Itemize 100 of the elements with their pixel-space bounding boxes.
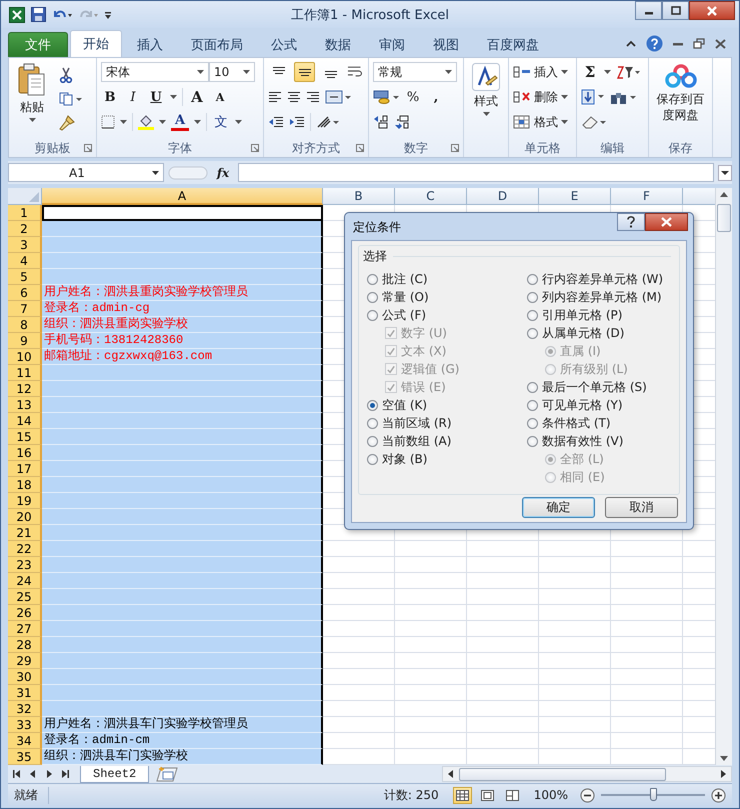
table-cell[interactable] — [42, 365, 323, 381]
table-cell[interactable] — [42, 621, 323, 637]
insert-function-button[interactable]: fx — [212, 166, 234, 180]
radio-button[interactable]: 从属单元格 (D) — [527, 324, 664, 342]
radio-button[interactable]: 可见单元格 (Y) — [527, 396, 664, 414]
ribbon-tab[interactable]: 开始 — [70, 30, 122, 57]
column-header[interactable]: C — [395, 188, 467, 205]
normal-view-button[interactable] — [452, 786, 472, 804]
row-header[interactable]: 16 — [8, 445, 42, 461]
scroll-thumb[interactable] — [459, 768, 666, 780]
table-cell[interactable] — [42, 413, 323, 429]
currency-icon[interactable] — [373, 89, 399, 105]
spreadsheet-app-icon[interactable] — [9, 6, 25, 22]
font-size-dropdown[interactable]: 10 — [209, 62, 255, 82]
table-cell[interactable]: 登录名：admin-cm — [42, 733, 323, 749]
radio-button[interactable]: 引用单元格 (P) — [527, 306, 664, 324]
caret-icon[interactable] — [194, 120, 201, 124]
table-cell[interactable] — [42, 605, 323, 621]
decrease-decimal-icon[interactable] — [394, 115, 410, 129]
align-left-icon[interactable] — [268, 91, 282, 103]
dialog-launcher-icon[interactable] — [356, 144, 364, 152]
radio-button[interactable]: 当前数组 (A) — [367, 432, 527, 450]
table-cell[interactable] — [42, 637, 323, 653]
eraser-icon[interactable] — [581, 115, 607, 129]
text-orientation-icon[interactable] — [316, 115, 340, 129]
fill-down-icon[interactable] — [581, 89, 605, 105]
row-header[interactable]: 18 — [8, 477, 42, 493]
radio-button[interactable]: 公式 (F) — [367, 306, 527, 324]
caret-icon[interactable] — [604, 70, 611, 74]
wrap-text-icon[interactable] — [346, 65, 364, 79]
row-header[interactable]: 17 — [8, 461, 42, 477]
horizontal-scrollbar[interactable] — [442, 766, 732, 782]
row-header[interactable]: 14 — [8, 413, 42, 429]
number-format-dropdown[interactable]: 常规 — [373, 62, 457, 82]
close-button[interactable] — [645, 213, 688, 231]
formula-input-field[interactable] — [238, 163, 714, 182]
merge-cells-icon[interactable] — [325, 90, 351, 104]
row-header[interactable]: 4 — [8, 253, 42, 269]
radio-button[interactable]: 条件格式 (T) — [527, 414, 664, 432]
table-cell[interactable] — [42, 253, 323, 269]
radio-indicator[interactable] — [527, 292, 538, 302]
table-cell[interactable] — [42, 205, 323, 221]
formula-bar-handle-icon[interactable] — [168, 166, 208, 180]
radio-indicator[interactable] — [367, 454, 378, 464]
row-header[interactable]: 32 — [8, 701, 42, 717]
ribbon-tab[interactable]: 插入 — [124, 32, 176, 57]
row-header[interactable]: 13 — [8, 397, 42, 413]
radio-button[interactable]: 当前区域 (R) — [367, 414, 527, 432]
font-name-dropdown[interactable]: 宋体 — [101, 62, 209, 82]
last-sheet-icon[interactable] — [60, 769, 70, 779]
table-cell[interactable] — [42, 509, 323, 525]
radio-button[interactable]: 批注 (C) — [367, 270, 527, 288]
table-cell[interactable] — [42, 557, 323, 573]
table-cell[interactable] — [42, 701, 323, 717]
zoom-out-icon[interactable] — [580, 788, 595, 802]
save-icon[interactable] — [31, 7, 46, 22]
ribbon-tab[interactable]: 公式 — [258, 32, 310, 57]
zoom-in-icon[interactable] — [711, 788, 726, 802]
radio-indicator[interactable] — [367, 310, 378, 320]
caret-icon[interactable] — [120, 120, 127, 124]
italic-button[interactable]: I — [124, 87, 142, 107]
ribbon-tab[interactable]: 页面布局 — [178, 32, 256, 57]
radio-indicator[interactable] — [527, 418, 538, 428]
row-header[interactable]: 26 — [8, 605, 42, 621]
paintbrush-icon[interactable] — [59, 114, 75, 131]
zoom-slider-thumb[interactable] — [650, 788, 657, 801]
table-cell[interactable] — [42, 445, 323, 461]
align-right-icon[interactable] — [306, 91, 320, 103]
table-cell[interactable] — [42, 493, 323, 509]
styles-button[interactable]: 样式 — [468, 61, 504, 139]
caret-icon[interactable] — [170, 95, 177, 99]
row-header[interactable]: 8 — [8, 317, 42, 333]
restore-icon[interactable] — [693, 38, 705, 49]
vertical-scrollbar[interactable] — [715, 188, 732, 765]
row-header[interactable]: 6 — [8, 285, 42, 301]
row-header[interactable]: 24 — [8, 573, 42, 589]
radio-indicator[interactable] — [527, 274, 538, 284]
row-header[interactable]: 35 — [8, 749, 42, 765]
ribbon-tab[interactable]: 数据 — [312, 32, 364, 57]
phonetic-guide-button[interactable]: 文 — [212, 112, 230, 132]
radio-button[interactable]: 数据有效性 (V) — [527, 432, 664, 450]
radio-indicator[interactable] — [367, 292, 378, 302]
scissors-icon[interactable] — [59, 67, 73, 84]
decrease-indent-icon[interactable] — [268, 116, 284, 128]
increase-indent-icon[interactable] — [289, 116, 305, 128]
ribbon-tab[interactable]: 文件 — [8, 32, 68, 57]
format-cells-button[interactable]: 格式 — [513, 111, 572, 133]
table-cell[interactable] — [42, 221, 323, 237]
close-icon[interactable] — [715, 38, 726, 48]
table-cell[interactable]: 用户姓名：泗洪县车门实验学校管理员 — [42, 717, 323, 733]
radio-button[interactable]: 行内容差异单元格 (W) — [527, 270, 664, 288]
row-header[interactable]: 33 — [8, 717, 42, 733]
radio-indicator[interactable] — [527, 436, 538, 446]
sheet-tab[interactable]: Sheet2 — [80, 766, 150, 782]
increase-decimal-icon[interactable] — [373, 115, 389, 129]
table-cell[interactable] — [42, 669, 323, 685]
column-header[interactable]: A — [42, 188, 323, 205]
help-button[interactable] — [617, 213, 645, 231]
row-header[interactable]: 25 — [8, 589, 42, 605]
collapse-ribbon-icon[interactable] — [626, 40, 636, 48]
